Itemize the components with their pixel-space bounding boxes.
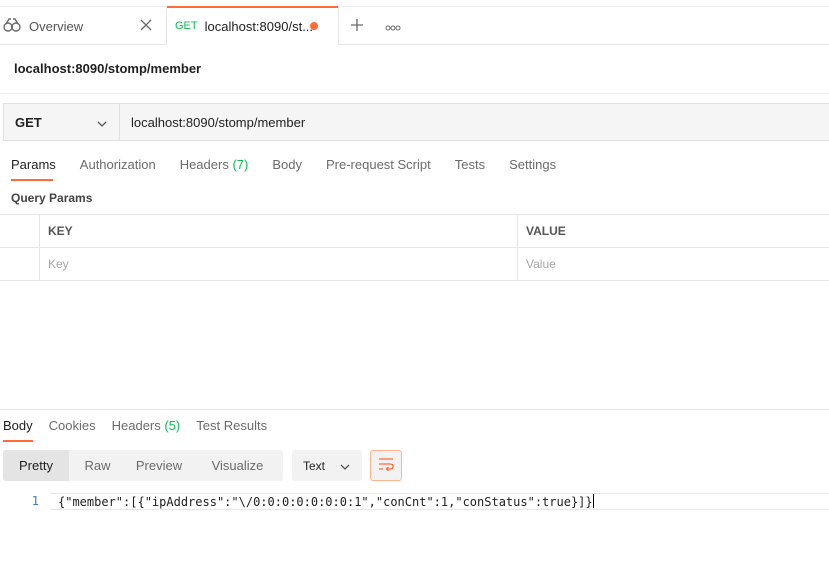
- key-input[interactable]: Key: [40, 248, 518, 280]
- line-number: 1: [31, 494, 39, 508]
- plus-icon: [350, 18, 364, 35]
- preview-button[interactable]: Preview: [126, 450, 192, 481]
- response-body-text: {"member":[{"ipAddress":"\/0:0:0:0:0:0:0…: [58, 495, 593, 509]
- tab-test-results[interactable]: Test Results: [196, 418, 267, 442]
- response-body-editor[interactable]: {"member":[{"ipAddress":"\/0:0:0:0:0:0:0…: [50, 493, 829, 510]
- overview-icon: [3, 17, 21, 35]
- value-input[interactable]: Value: [518, 248, 829, 280]
- tab-response-headers[interactable]: Headers (5): [112, 418, 181, 442]
- row-checkbox-cell: [0, 248, 40, 280]
- visualize-button[interactable]: Visualize: [192, 450, 283, 481]
- tab-overview-label: Overview: [29, 18, 84, 34]
- column-header-key: KEY: [40, 215, 518, 247]
- request-title[interactable]: localhost:8090/stomp/member: [14, 61, 201, 76]
- tab-response-body[interactable]: Body: [3, 418, 33, 442]
- tab-method-badge: GET: [175, 20, 198, 32]
- view-mode-group: Pretty Raw Preview Visualize: [3, 450, 283, 481]
- more-icon: [385, 19, 401, 34]
- tab-tests[interactable]: Tests: [455, 157, 485, 181]
- raw-button[interactable]: Raw: [69, 450, 126, 481]
- tab-overview[interactable]: Overview: [0, 7, 167, 45]
- query-params-title: Query Params: [11, 191, 93, 205]
- table-header-row: KEY VALUE: [0, 215, 829, 248]
- close-icon[interactable]: [139, 18, 153, 32]
- tab-body[interactable]: Body: [272, 157, 302, 181]
- more-tabs-button[interactable]: [375, 7, 411, 45]
- wrap-lines-icon: [378, 457, 394, 474]
- headers-count-badge: (7): [232, 157, 249, 172]
- query-params-table: KEY VALUE Key Value: [0, 214, 829, 281]
- divider: [0, 93, 829, 94]
- tab-bar: Overview GET localhost:8090/st...: [0, 6, 829, 45]
- tab-settings[interactable]: Settings: [509, 157, 556, 181]
- unsaved-dot-icon: [310, 22, 318, 30]
- format-select[interactable]: Text: [292, 450, 362, 481]
- text-cursor: [592, 494, 594, 508]
- pane-resize-handle[interactable]: [0, 409, 829, 410]
- checkbox-column: [0, 215, 40, 247]
- response-code-line: 1 {"member":[{"ipAddress":"\/0:0:0:0:0:0…: [0, 493, 829, 510]
- method-select[interactable]: GET: [4, 104, 120, 140]
- tab-headers[interactable]: Headers (7): [180, 157, 249, 181]
- response-headers-count-badge: (5): [164, 418, 181, 433]
- tab-request-label: localhost:8090/st...: [204, 18, 314, 34]
- table-row: Key Value: [0, 248, 829, 281]
- format-value: Text: [303, 458, 326, 473]
- tab-authorization[interactable]: Authorization: [80, 157, 156, 181]
- tab-cookies[interactable]: Cookies: [49, 418, 96, 442]
- url-bar: GET localhost:8090/stomp/member: [3, 103, 829, 141]
- response-tabs: Body Cookies Headers (5) Test Results: [3, 418, 283, 442]
- tab-response-headers-label: Headers: [111, 418, 161, 433]
- tab-headers-label: Headers: [179, 157, 229, 172]
- tab-params[interactable]: Params: [11, 157, 56, 181]
- url-input[interactable]: localhost:8090/stomp/member: [120, 104, 829, 140]
- pretty-button[interactable]: Pretty: [3, 450, 69, 481]
- tab-request[interactable]: GET localhost:8090/st...: [167, 6, 339, 45]
- new-tab-button[interactable]: [339, 7, 375, 45]
- column-header-value: VALUE: [526, 224, 566, 238]
- method-value: GET: [15, 114, 42, 130]
- wrap-lines-button[interactable]: [370, 450, 402, 481]
- tab-prerequest-script[interactable]: Pre-request Script: [326, 157, 431, 181]
- request-tabs: Params Authorization Headers (7) Body Pr…: [11, 157, 580, 181]
- chevron-down-icon: [340, 459, 350, 473]
- chevron-down-icon: [97, 115, 107, 130]
